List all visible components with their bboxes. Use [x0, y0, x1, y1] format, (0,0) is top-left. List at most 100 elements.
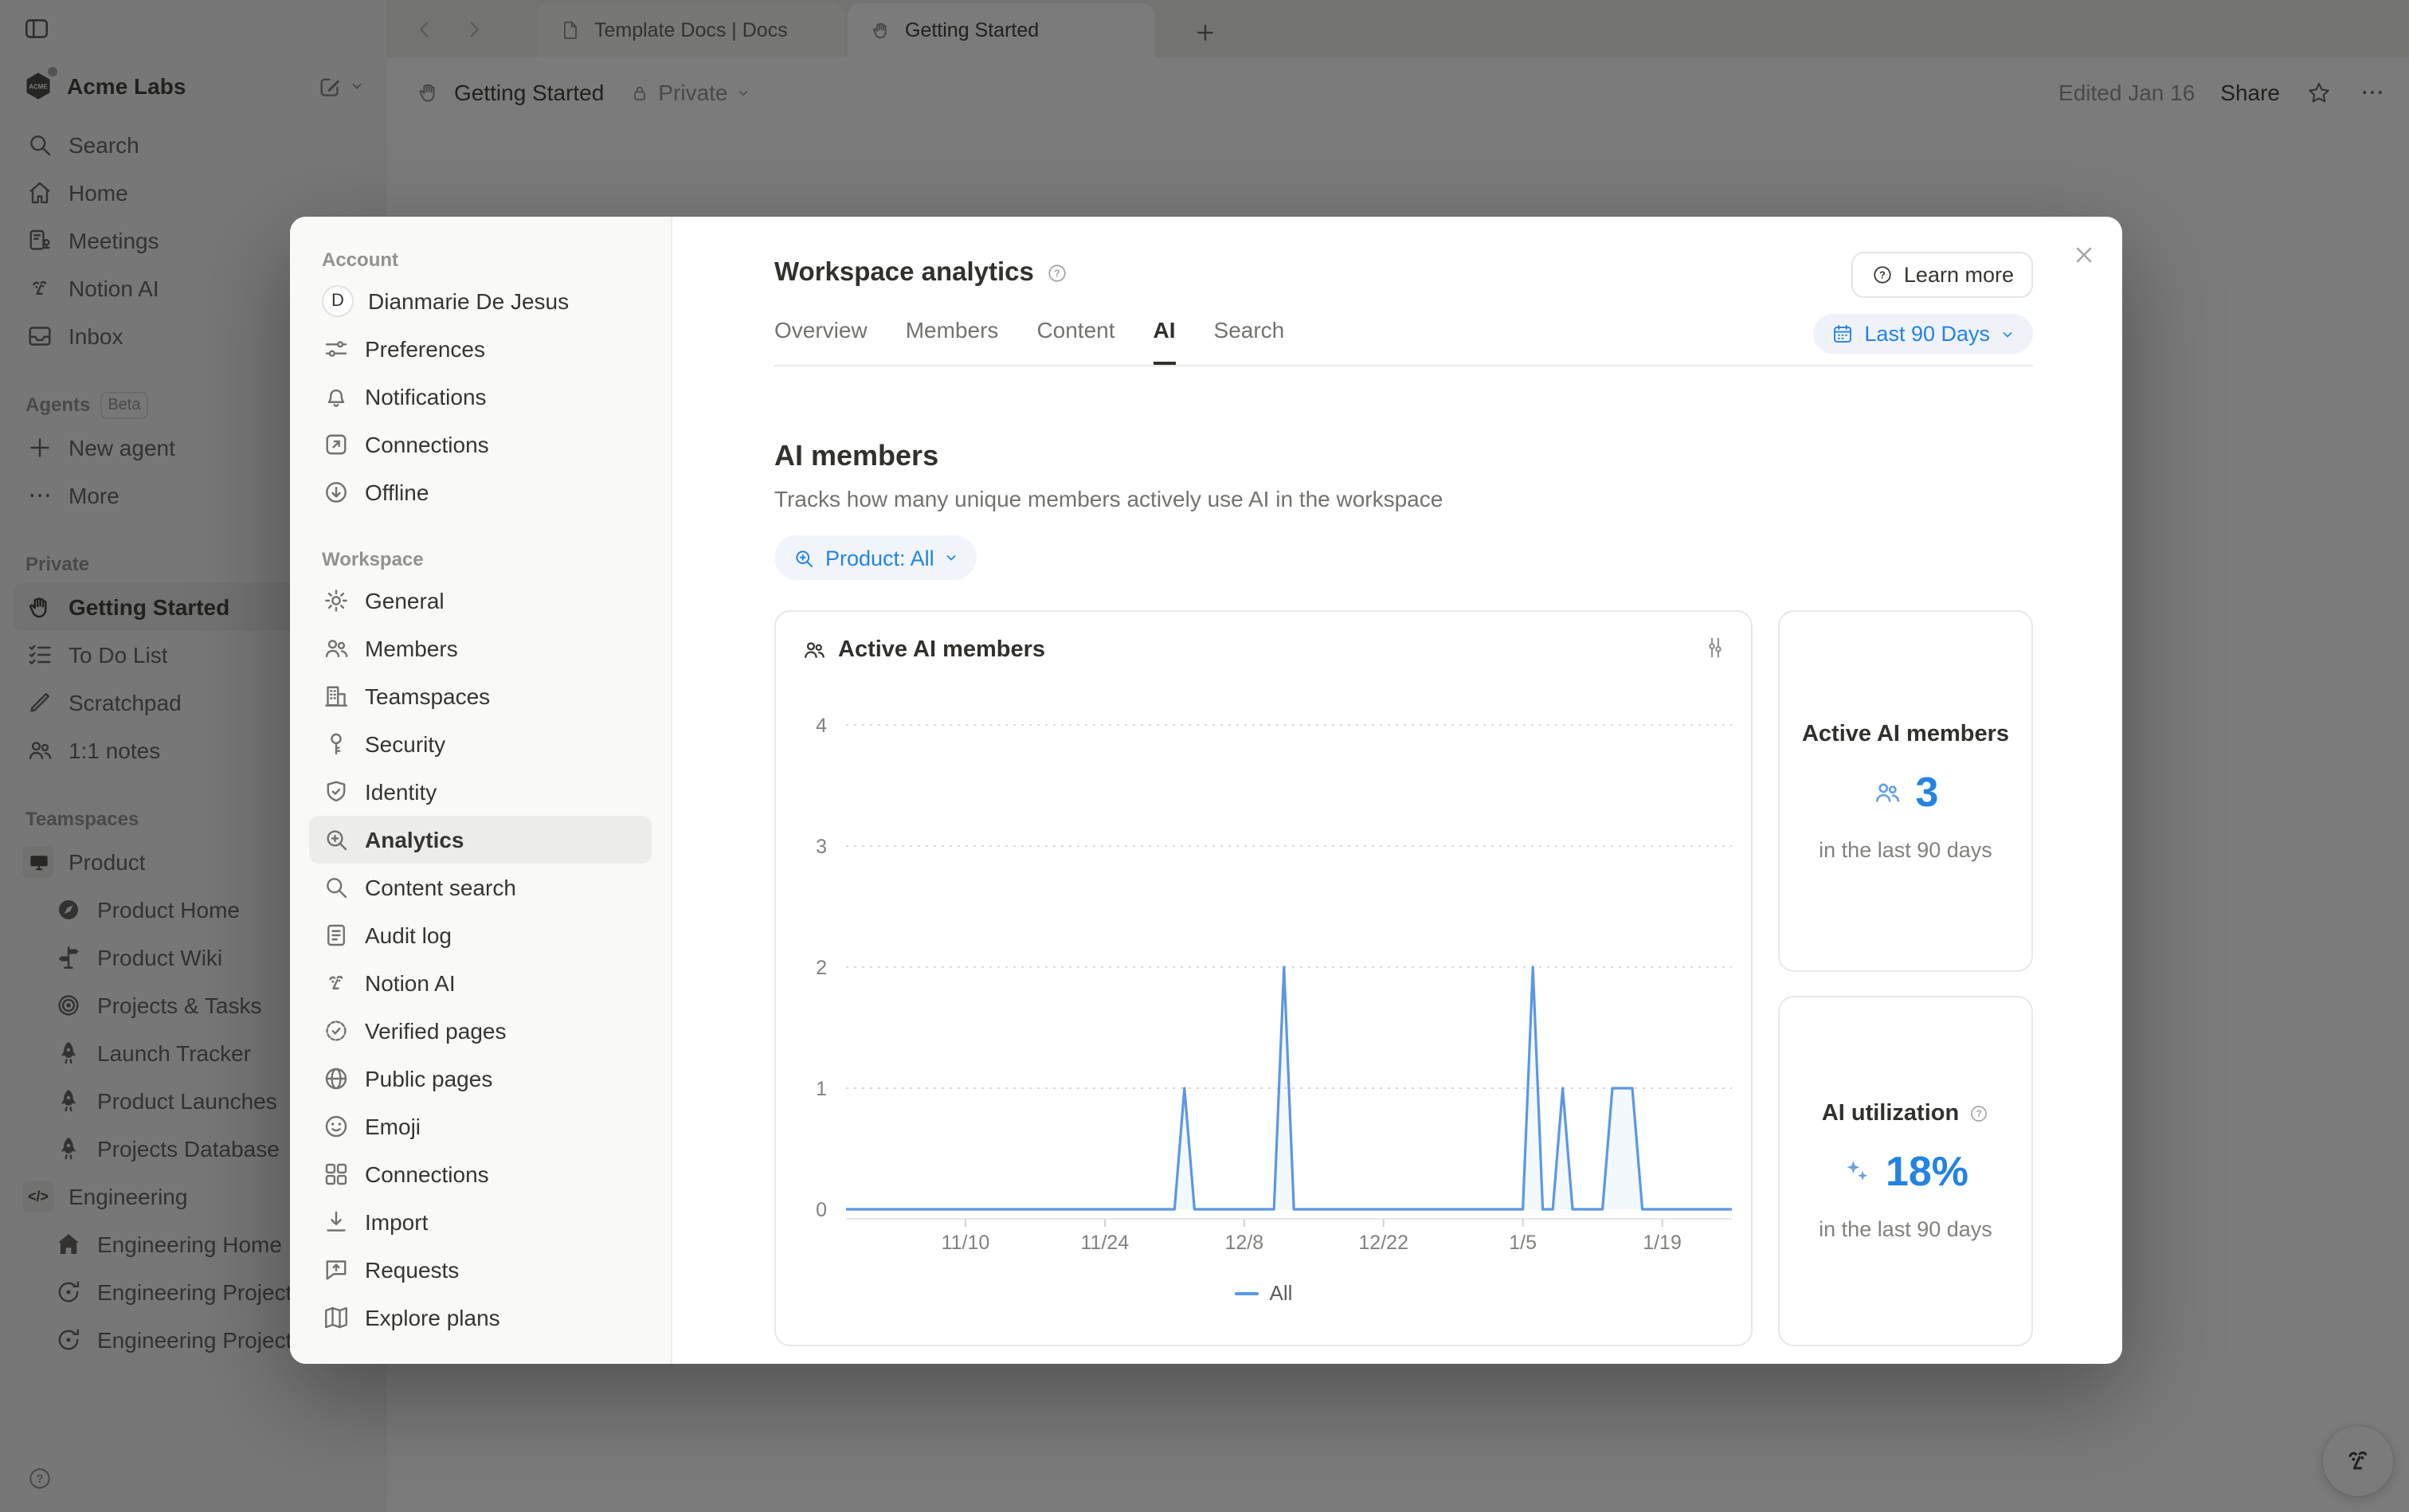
avatar: D: [322, 285, 354, 317]
settings-item-identity[interactable]: Identity: [309, 768, 652, 816]
svg-text:1/19: 1/19: [1643, 1232, 1682, 1254]
analytics-tabs: Overview Members Content AI Search Last 90 D…: [774, 314, 2033, 366]
svg-text:1/5: 1/5: [1509, 1232, 1537, 1254]
product-filter-chip[interactable]: Product: All: [774, 535, 977, 580]
globe-icon: [322, 1064, 351, 1093]
line-chart: 0123411/1011/2412/812/221/51/19: [776, 669, 1746, 1270]
arrowbox-icon: [322, 430, 351, 459]
zoom-plus-icon: [792, 546, 816, 570]
settings-item-connections[interactable]: Connections: [309, 1150, 652, 1198]
settings-item-audit-log[interactable]: Audit log: [309, 911, 652, 959]
tab-search[interactable]: Search: [1214, 316, 1285, 362]
building-icon: [322, 682, 351, 711]
legend-item: All: [1235, 1281, 1293, 1305]
active-ai-members-stat-card: Active AI members 3 in the last 90 days: [1778, 610, 2033, 972]
svg-text:?: ?: [1879, 269, 1886, 280]
section-heading: AI members: [774, 437, 2033, 475]
gear-icon: [322, 586, 351, 615]
item-label: Notion AI: [365, 970, 456, 996]
item-label: Explore plans: [365, 1305, 500, 1330]
settings-content: Workspace analytics ? ? Learn more Overv…: [672, 217, 2122, 1364]
bell-icon: [322, 382, 351, 411]
smile-icon: [322, 1112, 351, 1141]
stat-value: 18%: [1886, 1147, 1968, 1197]
item-label: Security: [365, 731, 445, 757]
settings-item-notion-ai[interactable]: Notion AI: [309, 959, 652, 1007]
sliders-icon: [322, 335, 351, 363]
svg-text:0: 0: [816, 1199, 827, 1221]
settings-item-content-search[interactable]: Content search: [309, 864, 652, 911]
map-icon: [322, 1303, 351, 1332]
item-label: Teamspaces: [365, 684, 490, 709]
tab-overview[interactable]: Overview: [774, 316, 868, 362]
legend-label: All: [1270, 1281, 1293, 1305]
close-icon[interactable]: [2071, 242, 2097, 268]
stat-title: Active AI members: [1802, 721, 2009, 746]
request-icon: [322, 1255, 351, 1284]
item-label: Emoji: [365, 1114, 421, 1139]
svg-text:4: 4: [816, 715, 827, 737]
learn-more-button[interactable]: ? Learn more: [1851, 252, 2033, 298]
chevron-down-icon: [944, 550, 960, 566]
screen: ACME Acme Labs SearchHomeMeetingsNotion …: [0, 0, 2409, 1512]
settings-item-preferences[interactable]: Preferences: [309, 325, 652, 373]
item-label: Identity: [365, 779, 437, 805]
settings-item-security[interactable]: Security: [309, 720, 652, 768]
item-label: Requests: [365, 1257, 459, 1283]
item-label: Offline: [365, 480, 429, 505]
svg-text:12/22: 12/22: [1358, 1232, 1408, 1254]
sparkles-icon: [1843, 1157, 1873, 1187]
people2-icon: [322, 634, 351, 663]
modal-title: Workspace analytics: [774, 258, 1034, 288]
legend-line-swatch: [1235, 1291, 1259, 1295]
scroll-icon: [322, 921, 351, 950]
chart-settings-icon[interactable]: [1702, 634, 1729, 661]
date-range-label: Last 90 Days: [1864, 322, 1990, 346]
item-label: Public pages: [365, 1066, 492, 1091]
item-label: Notifications: [365, 384, 487, 409]
settings-item-general[interactable]: General: [309, 577, 652, 625]
account-section-header: Account: [309, 242, 652, 277]
settings-item-public-pages[interactable]: Public pages: [309, 1055, 652, 1103]
svg-text:11/10: 11/10: [942, 1232, 990, 1254]
settings-item-import[interactable]: Import: [309, 1198, 652, 1246]
settings-modal: Account DDianmarie De JesusPreferences No…: [290, 217, 2122, 1364]
tab-ai[interactable]: AI: [1154, 316, 1176, 364]
settings-item-members[interactable]: Members: [309, 625, 652, 672]
stat-title: AI utilization: [1822, 1101, 1959, 1126]
svg-text:12/8: 12/8: [1224, 1232, 1263, 1254]
item-label: Members: [365, 636, 458, 661]
downcircle-icon: [322, 478, 351, 507]
section-description: Tracks how many unique members actively …: [774, 484, 2033, 513]
item-label: General: [365, 588, 445, 613]
date-range-button[interactable]: Last 90 Days: [1813, 314, 2033, 354]
item-label: Analytics: [365, 827, 464, 852]
settings-item-offline[interactable]: Offline: [309, 468, 652, 516]
badge-icon: [322, 1016, 351, 1045]
settings-item-teamspaces[interactable]: Teamspaces: [309, 672, 652, 720]
svg-text:?: ?: [1054, 268, 1060, 279]
help-circle-icon[interactable]: ?: [1045, 261, 1069, 285]
workspace-settings-list: General Members Teamspaces Security Identity…: [309, 577, 652, 1342]
settings-item-requests[interactable]: Requests: [309, 1246, 652, 1294]
settings-item-emoji[interactable]: Emoji: [309, 1103, 652, 1150]
help-circle-icon[interactable]: ?: [1967, 1103, 1989, 1125]
chart-legend: All: [776, 1281, 1751, 1305]
settings-item-connections[interactable]: Connections: [309, 421, 652, 468]
tab-members[interactable]: Members: [906, 316, 999, 362]
settings-item-analytics[interactable]: Analytics: [309, 816, 652, 864]
item-label: Connections: [365, 1161, 489, 1187]
settings-item-notifications[interactable]: Notifications: [309, 373, 652, 421]
people-icon: [1873, 777, 1903, 807]
product-filter-label: Product: All: [825, 546, 934, 570]
grid-icon: [322, 1160, 351, 1189]
settings-item-dianmarie-de-jesus[interactable]: DDianmarie De Jesus: [309, 277, 652, 325]
settings-item-verified-pages[interactable]: Verified pages: [309, 1007, 652, 1055]
settings-item-explore-plans[interactable]: Explore plans: [309, 1294, 652, 1342]
ai-utilization-stat-card: AI utilization ? 18% in the last 90 days: [1778, 996, 2033, 1346]
help-circle-icon: ?: [1870, 263, 1894, 287]
svg-text:?: ?: [1976, 1109, 1981, 1119]
tab-content[interactable]: Content: [1036, 316, 1114, 362]
calendar-icon: [1831, 322, 1855, 346]
item-label: Audit log: [365, 922, 452, 948]
